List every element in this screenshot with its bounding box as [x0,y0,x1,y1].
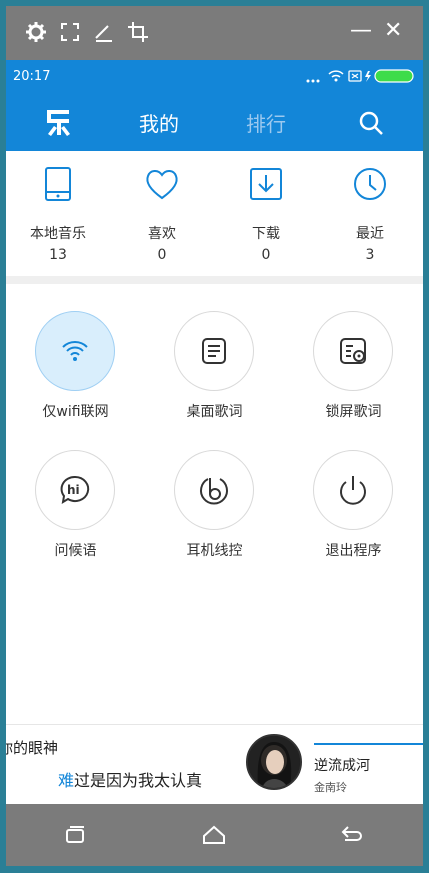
back-icon[interactable] [339,822,365,848]
stat-label: 本地音乐 [30,226,86,242]
status-bar: 20:17 [6,60,423,94]
grid-item-earphone-control[interactable]: 耳机线控 [145,450,284,580]
grid-item-label: 耳机线控 [186,543,243,559]
crop-icon[interactable] [126,20,150,44]
emulator-toolbar: — ✕ [6,6,423,60]
android-nav-bar [6,804,423,866]
tab-mine[interactable]: 我的 [139,108,179,137]
wifi-status-icon [328,70,344,78]
stat-count: 0 [261,247,271,263]
status-time: 20:17 [13,69,51,84]
stat-downloads[interactable]: 下载 0 [214,151,318,276]
search-icon[interactable] [358,110,384,136]
expand-icon[interactable] [58,20,82,44]
stat-count: 0 [157,247,167,263]
song-artist: 金南玲 [314,781,347,794]
grid-item-wifi-only[interactable]: 仅wifi联网 [6,311,145,441]
hi-bubble-icon: hi [60,475,90,504]
grid-item-desktop-lyrics[interactable]: 桌面歌词 [145,311,284,441]
status-icons [305,68,417,84]
lyric-line-1: 你的眼神 [6,739,59,757]
lyrics-icon [202,338,226,364]
now-playing-bar[interactable]: 你的眼神 难过是因为我太认真 逆流成河 金南玲 [6,724,423,805]
stat-recent[interactable]: 最近 3 [318,151,422,276]
close-button[interactable]: ✕ [384,18,402,43]
home-icon[interactable] [201,822,227,848]
grid-item-exit[interactable]: 退出程序 [284,450,423,580]
minimize-button[interactable]: — [350,18,372,43]
recent-apps-icon[interactable] [62,822,88,848]
pen-icon[interactable] [92,20,116,44]
app-header: 我的 排行 [6,94,423,151]
quick-stats: 本地音乐 13 喜欢 0 下载 0 最近 3 [6,151,423,276]
toggle-circle[interactable] [35,311,115,391]
settings-grid: 仅wifi联网 桌面歌词 锁屏歌词 hi 问候语 耳机线控 退出程序 [6,284,423,724]
svg-text:hi: hi [67,483,80,497]
download-icon [250,168,282,200]
wifi-icon [62,341,88,361]
stat-count: 3 [365,247,375,263]
device-frame: — ✕ 20:17 我的 排行 本地音乐 13 喜欢 0 下载 0 最近 3 仅… [6,6,423,866]
toggle-circle[interactable] [313,311,393,391]
heart-icon [146,170,178,200]
stat-favorites[interactable]: 喜欢 0 [110,151,214,276]
stat-label: 喜欢 [148,226,176,242]
album-avatar[interactable] [246,734,302,790]
stat-label: 最近 [356,226,384,242]
grid-item-label: 桌面歌词 [186,404,243,420]
stat-count: 13 [49,247,67,263]
clock-icon [354,168,386,200]
grid-item-label: 锁屏歌词 [325,404,382,420]
earphone-icon [200,478,228,505]
music-logo-icon[interactable] [44,108,74,136]
grid-item-label: 问候语 [54,543,97,559]
stat-local-music[interactable]: 本地音乐 13 [6,151,110,276]
lyric-line-2: 难过是因为我太认真 [58,771,203,790]
tab-ranking[interactable]: 排行 [246,108,286,137]
toggle-circle[interactable]: hi [35,450,115,530]
grid-item-label: 退出程序 [325,543,382,559]
song-title: 逆流成河 [314,758,370,774]
gear-icon[interactable] [24,20,48,44]
power-icon [340,476,366,505]
stat-label: 下载 [252,226,280,242]
tablet-icon [45,167,71,201]
grid-item-lockscreen-lyrics[interactable]: 锁屏歌词 [284,311,423,441]
grid-item-greeting[interactable]: hi 问候语 [6,450,145,580]
section-divider [6,276,423,284]
toggle-circle[interactable] [174,450,254,530]
toggle-circle[interactable] [313,450,393,530]
grid-item-label: 仅wifi联网 [42,404,109,420]
playback-progress[interactable] [314,743,423,745]
toggle-circle[interactable] [174,311,254,391]
lock-lyrics-icon [340,338,366,364]
